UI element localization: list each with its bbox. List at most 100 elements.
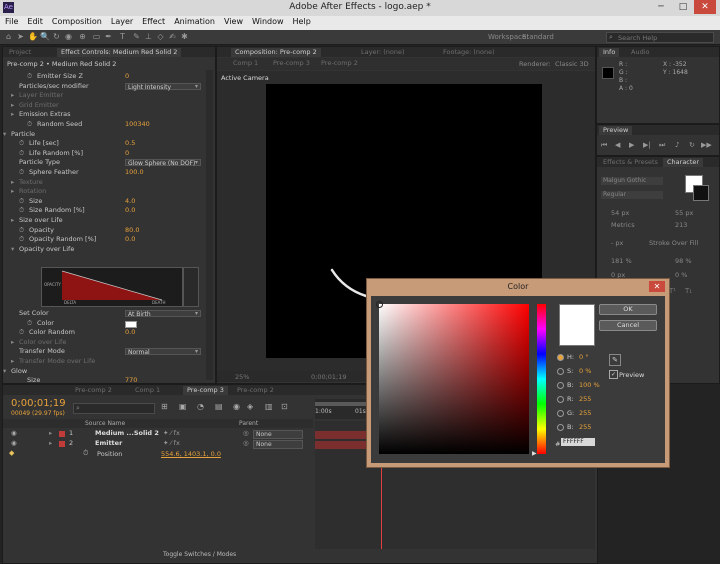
type-tool-icon[interactable]: T xyxy=(118,32,127,41)
color-component-row[interactable]: B: 100 % xyxy=(557,380,617,390)
twirl-open-icon[interactable]: ▾ xyxy=(3,367,6,377)
color-field[interactable] xyxy=(376,301,529,454)
position-value[interactable]: 554.6, 1403.1, 0.0 xyxy=(161,450,221,458)
property-value[interactable]: 0.0 xyxy=(125,328,135,338)
stopwatch-icon[interactable]: ⏱ xyxy=(19,226,24,236)
property-value[interactable]: 0.0 xyxy=(125,206,135,216)
tab-character[interactable]: Character xyxy=(663,158,704,167)
menu-file[interactable]: File xyxy=(0,16,22,26)
component-value[interactable]: 0 ° xyxy=(579,353,588,361)
font-size-field[interactable]: 54 px xyxy=(611,209,629,217)
comp-flowchart-icon[interactable]: ⊞ xyxy=(161,402,168,411)
puppet-pin-tool-icon[interactable]: ✱ xyxy=(180,32,189,41)
menu-view[interactable]: View xyxy=(219,16,247,26)
property-value[interactable]: 0 xyxy=(125,149,129,159)
property-value[interactable]: 0 xyxy=(125,72,129,82)
property-value[interactable]: 4.0 xyxy=(125,197,135,207)
position-stopwatch-icon[interactable]: ⏱ xyxy=(83,449,88,458)
layer-twirl-icon[interactable]: ▸ xyxy=(49,429,52,439)
property-value[interactable]: 100.0 xyxy=(125,168,144,178)
tab-timeline-precomp3[interactable]: Pre-comp 3 xyxy=(183,386,228,395)
font-family-select[interactable]: Malgun Gothic xyxy=(601,177,663,185)
tab-layer[interactable]: Layer: (none) xyxy=(357,48,409,57)
property-value[interactable]: 0.5 xyxy=(125,139,135,149)
menu-composition[interactable]: Composition xyxy=(47,16,106,26)
property-value[interactable]: 0.0 xyxy=(125,235,135,245)
layer-name[interactable]: Medium ...Solid 2 xyxy=(95,429,159,439)
maximize-button[interactable]: □ xyxy=(672,0,694,14)
workspace-select[interactable]: Standard xyxy=(522,33,554,41)
opacity-over-life-graph[interactable]: OPACITY DELTA DEATH xyxy=(41,267,183,307)
effect-property-row[interactable]: ⏱ Sphere Feather 100.0 xyxy=(7,168,203,178)
menu-window[interactable]: Window xyxy=(247,16,288,26)
horizontal-scale-field[interactable]: 98 % xyxy=(675,257,692,265)
home-tool-icon[interactable]: ⌂ xyxy=(4,32,13,41)
component-value[interactable]: 255 xyxy=(579,423,591,431)
component-radio[interactable] xyxy=(557,410,564,417)
tab-timeline-precomp2[interactable]: Pre-comp 2 xyxy=(71,386,116,395)
rectangle-tool-icon[interactable]: ▭ xyxy=(92,32,101,41)
preview-checkbox[interactable]: ✓ xyxy=(609,370,618,379)
tab-composition[interactable]: Composition: Pre-comp 2 xyxy=(231,48,321,57)
effect-property-row[interactable]: ⏱ Opacity 80.0 xyxy=(7,226,203,236)
color-component-row[interactable]: S: 0 % xyxy=(557,366,617,376)
clone-stamp-tool-icon[interactable]: ⊥ xyxy=(144,32,153,41)
tab-preview[interactable]: Preview xyxy=(599,126,633,135)
component-value[interactable]: 0 % xyxy=(579,367,591,375)
stopwatch-icon[interactable]: ⏱ xyxy=(27,72,32,82)
stopwatch-icon[interactable]: ⏱ xyxy=(19,235,24,245)
property-value[interactable]: 80.0 xyxy=(125,226,139,236)
stopwatch-icon[interactable]: ⏱ xyxy=(19,149,24,159)
motion-blur-icon[interactable]: ◉ xyxy=(233,402,240,411)
effect-property-row[interactable]: ⏱ Color xyxy=(7,319,203,329)
component-radio[interactable] xyxy=(557,354,564,361)
tab-timeline-precomp2b[interactable]: Pre-comp 2 xyxy=(233,386,278,395)
effect-property-row[interactable]: ⏱ Color Random 0.0 xyxy=(7,328,203,338)
hand-tool-icon[interactable]: ✋ xyxy=(28,32,38,41)
play-icon[interactable]: ▶ xyxy=(629,141,634,149)
first-frame-icon[interactable]: ⏮ xyxy=(601,141,607,150)
effect-property-row[interactable]: ⏱ Size Random [%] 0.0 xyxy=(7,206,203,216)
subtab-precomp2[interactable]: Pre-comp 2 xyxy=(317,59,362,68)
keyframe-nav-icon[interactable]: ◆ xyxy=(9,449,14,457)
color-component-row[interactable]: R: 255 xyxy=(557,394,617,404)
close-button[interactable]: ✕ xyxy=(694,0,716,14)
hue-slider[interactable] xyxy=(537,304,546,454)
tab-footage[interactable]: Footage: (none) xyxy=(439,48,499,57)
kerning-field[interactable]: Metrics xyxy=(611,221,635,229)
menu-effect[interactable]: Effect xyxy=(137,16,169,26)
effect-property-row[interactable]: Particle Type Glow Sphere (No DOF) xyxy=(7,158,203,168)
layer-switches[interactable]: ✦ ⁄ fx xyxy=(163,429,180,439)
layer-switches[interactable]: ✦ ⁄ fx xyxy=(163,439,180,449)
source-name-header[interactable]: Source Name xyxy=(85,420,125,427)
label-color[interactable] xyxy=(59,441,65,447)
color-component-row[interactable]: H: 0 ° xyxy=(557,352,617,362)
twirl-closed-icon[interactable]: ▸ xyxy=(11,187,14,197)
effect-property-row[interactable]: ▾ Opacity over Life xyxy=(7,245,203,255)
visibility-eye-icon[interactable]: ◉ xyxy=(11,429,17,439)
twirl-closed-icon[interactable]: ▸ xyxy=(11,216,14,226)
loop-icon[interactable]: ↻ xyxy=(689,141,695,149)
property-dropdown[interactable]: At Birth xyxy=(125,310,201,318)
stroke-color-swatch[interactable] xyxy=(693,185,709,201)
stopwatch-icon[interactable]: ⏱ xyxy=(27,319,32,329)
effect-property-row[interactable]: ▸ Texture xyxy=(7,178,203,188)
menu-layer[interactable]: Layer xyxy=(106,16,137,26)
effect-property-row[interactable]: ⏱ Emitter Size Z 0 xyxy=(7,72,203,82)
brainstorm-icon[interactable]: ◈ xyxy=(247,402,253,411)
stopwatch-icon[interactable]: ⏱ xyxy=(19,139,24,149)
roto-brush-tool-icon[interactable]: ✍ xyxy=(168,32,177,41)
color-swatch[interactable] xyxy=(125,320,137,328)
timeline-search-input[interactable]: ⌕ xyxy=(73,403,155,414)
effect-property-row[interactable]: ▸ Transfer Mode over Life xyxy=(7,357,203,367)
table-row[interactable]: ◉ ▸ 2 Emitter ✦ ⁄ fx ◎ None xyxy=(3,439,313,449)
property-dropdown[interactable]: Glow Sphere (No DOF) xyxy=(125,159,201,167)
effect-property-row[interactable]: Transfer Mode Normal xyxy=(7,347,203,357)
menu-help[interactable]: Help xyxy=(288,16,315,26)
tab-timeline-comp1[interactable]: Comp 1 xyxy=(131,386,164,395)
stroke-width-field[interactable]: - px xyxy=(611,239,623,247)
pan-behind-tool-icon[interactable]: ⊕ xyxy=(78,32,87,41)
menu-animation[interactable]: Animation xyxy=(169,16,219,26)
stopwatch-icon[interactable]: ⏱ xyxy=(27,120,32,130)
effect-property-row[interactable]: ⏱ Size 4.0 xyxy=(7,197,203,207)
